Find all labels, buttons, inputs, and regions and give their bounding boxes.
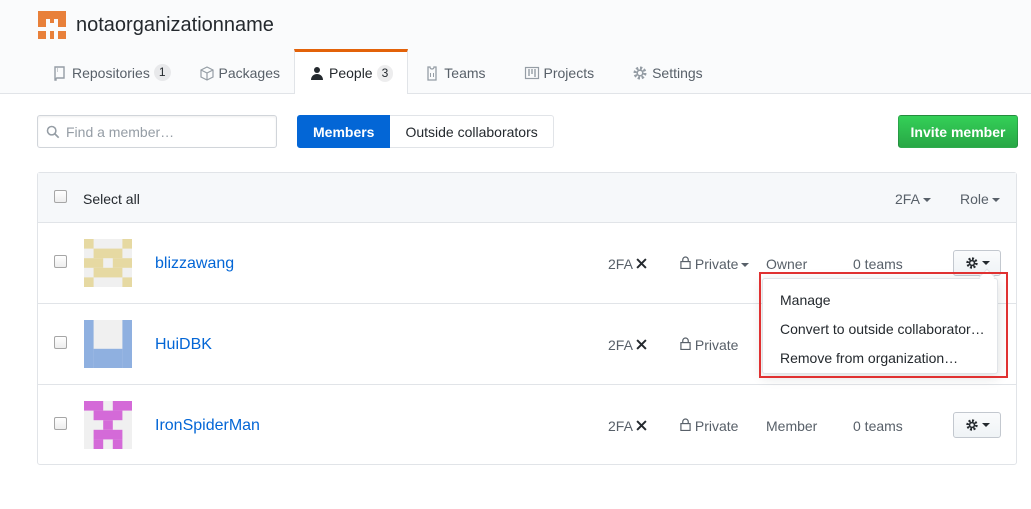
- role-filter-label: Role: [960, 191, 989, 207]
- tab-projects[interactable]: Projects: [510, 50, 619, 95]
- outside-collaborators-button[interactable]: Outside collaborators: [390, 115, 554, 148]
- org-tabs: Repositories 1 Packages People 3 Teams P…: [38, 49, 717, 95]
- visibility-label: Private: [694, 337, 739, 353]
- menu-item-manage[interactable]: Manage: [780, 292, 831, 308]
- chevron-down-icon: [991, 198, 1000, 203]
- chevron-down-icon: [741, 263, 750, 268]
- chevron-down-icon: [981, 261, 990, 265]
- member-actions-menu: Manage Convert to outside collaborator… …: [762, 278, 998, 374]
- gear-icon: [965, 419, 978, 431]
- tab-people[interactable]: People 3: [294, 49, 409, 94]
- tab-label: Packages: [218, 64, 280, 81]
- member-settings-button[interactable]: [953, 250, 1001, 276]
- invite-member-button[interactable]: Invite member: [898, 115, 1018, 148]
- tab-label: Repositories: [72, 64, 150, 81]
- tab-packages[interactable]: Packages: [185, 50, 294, 95]
- search-input[interactable]: [66, 123, 266, 140]
- avatar[interactable]: [84, 320, 132, 368]
- table-header: Select all 2FA Role: [38, 173, 1016, 223]
- tab-repositories[interactable]: Repositories 1: [38, 50, 185, 95]
- org-name[interactable]: notaorganizationname: [76, 14, 274, 37]
- search-icon: [46, 125, 60, 138]
- member-search: [37, 115, 277, 148]
- lock-icon: [680, 418, 691, 432]
- org-avatar[interactable]: [38, 11, 66, 39]
- tab-label: People: [329, 65, 373, 81]
- x-icon: [636, 258, 647, 269]
- visibility-dropdown[interactable]: Private: [680, 337, 738, 353]
- member-type-filter: Members Outside collaborators: [297, 115, 554, 148]
- lock-icon: [680, 256, 691, 270]
- tfa-label: 2FA: [608, 256, 633, 272]
- person-icon: [311, 67, 323, 80]
- gear-icon: [633, 66, 647, 79]
- chevron-down-icon: [922, 198, 931, 203]
- visibility-label: Private: [694, 418, 739, 434]
- project-icon: [524, 66, 539, 79]
- package-icon: [199, 65, 214, 81]
- x-icon: [636, 420, 647, 431]
- tfa-status: 2FA: [608, 418, 647, 434]
- select-all-checkbox[interactable]: [54, 190, 67, 203]
- member-role: Owner: [766, 256, 808, 272]
- org-header: notaorganizationname Repositories 1 Pack…: [0, 0, 1031, 94]
- gear-icon: [965, 257, 978, 269]
- tfa-label: 2FA: [608, 337, 633, 353]
- tab-label: Teams: [444, 64, 486, 81]
- tab-counter: 1: [153, 64, 171, 81]
- visibility-dropdown[interactable]: Private: [680, 256, 750, 272]
- tab-label: Projects: [543, 64, 595, 81]
- jersey-icon: [427, 65, 437, 81]
- tab-counter: 3: [376, 64, 394, 82]
- x-icon: [636, 339, 647, 350]
- tab-settings[interactable]: Settings: [618, 50, 717, 95]
- role-filter-dropdown[interactable]: Role: [960, 191, 1000, 207]
- member-teams[interactable]: 0 teams: [853, 256, 903, 272]
- member-username[interactable]: blizzawang: [155, 255, 234, 273]
- row-checkbox[interactable]: [54, 255, 67, 268]
- select-all-label[interactable]: Select all: [83, 191, 140, 207]
- tab-teams[interactable]: Teams: [408, 50, 509, 95]
- member-username[interactable]: IronSpiderMan: [155, 417, 260, 435]
- tfa-status: 2FA: [608, 256, 647, 272]
- menu-item-remove-from-organization[interactable]: Remove from organization…: [780, 350, 958, 366]
- tfa-label: 2FA: [608, 418, 633, 434]
- chevron-down-icon: [981, 423, 990, 427]
- tab-label: Settings: [652, 64, 703, 81]
- avatar[interactable]: [84, 239, 132, 287]
- menu-item-convert-to-outside-collaborator[interactable]: Convert to outside collaborator…: [780, 321, 985, 337]
- members-filter-button[interactable]: Members: [297, 115, 391, 148]
- visibility-dropdown[interactable]: Private: [680, 418, 738, 434]
- visibility-label: Private: [694, 256, 739, 272]
- table-row: IronSpiderMan 2FA Private Member 0 teams: [38, 385, 1016, 466]
- repo-icon: [54, 65, 65, 81]
- avatar[interactable]: [84, 401, 132, 449]
- member-username[interactable]: HuiDBK: [155, 336, 212, 354]
- lock-icon: [680, 337, 691, 351]
- row-checkbox[interactable]: [54, 417, 67, 430]
- tfa-filter-dropdown[interactable]: 2FA: [895, 191, 931, 207]
- member-role: Member: [766, 418, 818, 434]
- tfa-filter-label: 2FA: [895, 191, 920, 207]
- tfa-status: 2FA: [608, 337, 647, 353]
- member-settings-button[interactable]: [953, 412, 1001, 438]
- row-checkbox[interactable]: [54, 336, 67, 349]
- member-teams[interactable]: 0 teams: [853, 418, 903, 434]
